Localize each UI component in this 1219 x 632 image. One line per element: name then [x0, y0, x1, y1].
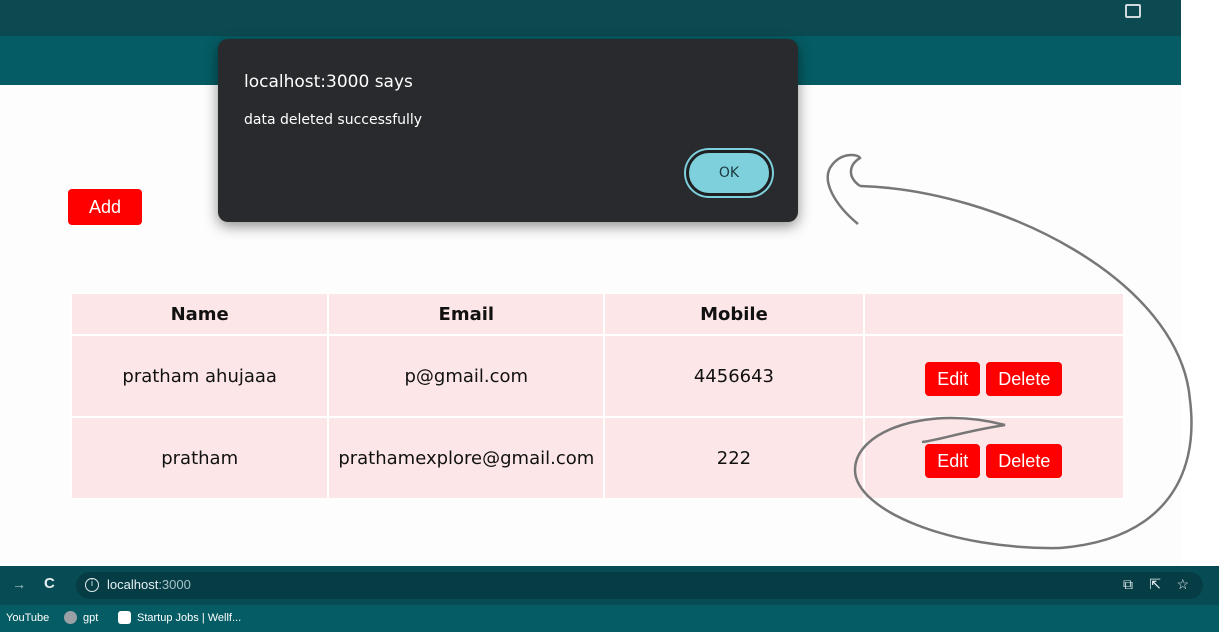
bookmark-gpt[interactable]: gpt	[83, 612, 98, 624]
cell-name: pratham ahujaaa	[69, 334, 330, 418]
url-field[interactable]: i localhost:3000 ⧉ ⇱ ☆	[76, 572, 1203, 599]
cell-mobile: 4456643	[603, 334, 865, 418]
delete-button[interactable]: Delete	[986, 444, 1063, 478]
edit-button[interactable]: Edit	[925, 444, 981, 478]
share-icon[interactable]: ⇱	[1149, 576, 1161, 593]
site-info-icon[interactable]: i	[85, 578, 99, 592]
header-actions	[862, 292, 1126, 336]
bookmark-youtube[interactable]: YouTube	[6, 612, 49, 624]
header-email: Email	[327, 292, 606, 336]
cell-mobile: 222	[603, 416, 865, 500]
table-row: pratham prathamexplore@gmail.com 222 Edi…	[69, 416, 1126, 500]
url-host: localhost	[107, 577, 159, 592]
bookmarks-bar: YouTube gpt Startup Jobs | Wellf...	[0, 605, 1219, 632]
dialog-title: localhost:3000 says	[244, 72, 413, 92]
gpt-icon	[64, 611, 77, 624]
table-row: pratham ahujaaa p@gmail.com 4456643 Edit…	[69, 334, 1126, 418]
ok-button[interactable]: OK	[686, 150, 772, 196]
wellfound-icon	[118, 611, 131, 624]
header-mobile: Mobile	[603, 292, 865, 336]
alert-dialog: localhost:3000 says data deleted success…	[218, 39, 798, 222]
dialog-message: data deleted successfully	[244, 112, 423, 128]
table-header-row: Name Email Mobile	[69, 292, 1126, 336]
reload-icon[interactable]: C	[44, 575, 55, 592]
cell-email: prathamexplore@gmail.com	[327, 416, 606, 500]
cell-actions: Edit Delete	[862, 416, 1126, 500]
forward-arrow-icon[interactable]: →	[12, 576, 26, 592]
screen-cast-icon[interactable]	[1125, 4, 1141, 18]
cell-name: pratham	[69, 416, 330, 500]
address-bar: → C i localhost:3000 ⧉ ⇱ ☆	[0, 566, 1219, 605]
cell-email: p@gmail.com	[327, 334, 606, 418]
delete-button[interactable]: Delete	[986, 362, 1063, 396]
users-table: Name Email Mobile pratham ahujaaa p@gmai…	[69, 292, 1126, 500]
edit-button[interactable]: Edit	[925, 362, 981, 396]
window-margin	[1181, 0, 1219, 566]
browser-top-bar	[0, 0, 1181, 36]
url-port: :3000	[158, 577, 191, 592]
cell-actions: Edit Delete	[862, 334, 1126, 418]
header-name: Name	[69, 292, 330, 336]
url-text[interactable]: localhost:3000	[107, 577, 191, 592]
install-app-icon[interactable]: ⧉	[1123, 576, 1133, 593]
bookmark-startup-jobs[interactable]: Startup Jobs | Wellf...	[137, 612, 241, 624]
add-button[interactable]: Add	[68, 189, 142, 225]
bookmark-star-icon[interactable]: ☆	[1176, 576, 1189, 593]
